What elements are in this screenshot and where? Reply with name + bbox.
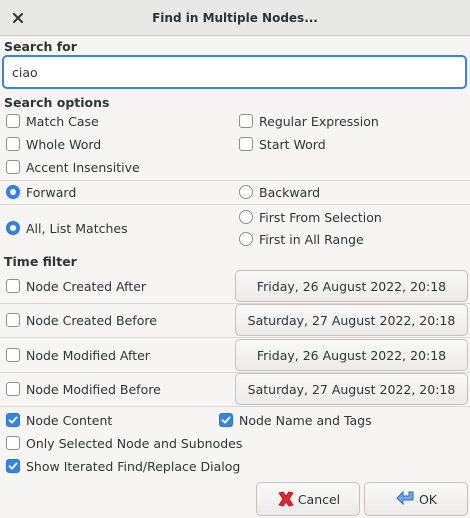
start-word-label: Start Word [259, 136, 326, 152]
checkbox-indicator [6, 459, 20, 473]
node-created-before-checkbox[interactable]: Node Created Before [6, 310, 157, 330]
only-selected-node-checkbox[interactable]: Only Selected Node and Subnodes [6, 433, 242, 453]
show-iterated-dialog-checkbox[interactable]: Show Iterated Find/Replace Dialog [6, 456, 240, 476]
ok-icon [396, 490, 414, 506]
first-in-all-range-radio[interactable]: First in All Range [239, 229, 364, 249]
ok-button[interactable]: OK [364, 482, 468, 516]
checkbox-indicator [6, 436, 20, 450]
time-filter-label: Time filter [4, 254, 77, 269]
node-created-after-label: Node Created After [26, 278, 147, 294]
search-input[interactable] [4, 57, 465, 87]
backward-radio[interactable]: Backward [239, 182, 320, 202]
separator [0, 406, 470, 407]
all-list-matches-radio[interactable]: All, List Matches [6, 218, 128, 238]
first-from-selection-label: First From Selection [259, 209, 382, 225]
separator [0, 204, 470, 205]
cancel-icon [278, 491, 294, 507]
search-for-label: Search for [4, 39, 77, 54]
radio-indicator [239, 210, 253, 224]
separator [0, 180, 470, 181]
forward-label: Forward [26, 184, 77, 200]
node-modified-before-label: Node Modified Before [26, 381, 161, 397]
checkbox-indicator [6, 413, 20, 427]
regular-expression-label: Regular Expression [259, 113, 379, 129]
regular-expression-checkbox[interactable]: Regular Expression [239, 111, 379, 131]
title-bar: Find in Multiple Nodes... [0, 0, 470, 36]
checkbox-indicator [6, 279, 20, 293]
checkmark-icon [8, 462, 18, 470]
accent-insensitive-checkbox[interactable]: Accent Insensitive [6, 157, 140, 177]
only-selected-node-label: Only Selected Node and Subnodes [26, 435, 243, 451]
cancel-button[interactable]: Cancel [256, 482, 360, 516]
cancel-label: Cancel [297, 491, 341, 507]
ok-label: OK [418, 491, 438, 507]
all-list-matches-label: All, List Matches [26, 220, 128, 236]
search-field[interactable] [2, 55, 467, 89]
node-created-before-label: Node Created Before [26, 312, 157, 328]
first-from-selection-radio[interactable]: First From Selection [239, 207, 382, 227]
whole-word-checkbox[interactable]: Whole Word [6, 134, 101, 154]
checkbox-indicator [6, 313, 20, 327]
created-after-date-button[interactable]: Friday, 26 August 2022, 20:18 [235, 270, 468, 302]
radio-indicator [239, 232, 253, 246]
search-options-label: Search options [4, 95, 110, 110]
checkbox-indicator [239, 114, 253, 128]
node-name-tags-label: Node Name and Tags [239, 412, 372, 428]
checkbox-indicator [6, 160, 20, 174]
match-case-label: Match Case [26, 113, 99, 129]
accent-insensitive-label: Accent Insensitive [26, 159, 140, 175]
created-before-date-button[interactable]: Saturday, 27 August 2022, 20:18 [235, 304, 468, 336]
radio-indicator [239, 185, 253, 199]
node-created-after-checkbox[interactable]: Node Created After [6, 276, 146, 296]
radio-indicator [6, 185, 20, 199]
checkbox-indicator [6, 137, 20, 151]
radio-indicator [6, 221, 20, 235]
modified-after-date-button[interactable]: Friday, 26 August 2022, 20:18 [235, 339, 468, 371]
whole-word-label: Whole Word [26, 136, 102, 152]
backward-label: Backward [259, 184, 321, 200]
separator [0, 337, 470, 338]
checkbox-indicator [219, 413, 233, 427]
checkmark-icon [8, 416, 18, 424]
node-content-label: Node Content [26, 412, 113, 428]
checkbox-indicator [6, 382, 20, 396]
modified-before-date-button[interactable]: Saturday, 27 August 2022, 20:18 [235, 373, 468, 405]
start-word-checkbox[interactable]: Start Word [239, 134, 326, 154]
node-modified-after-checkbox[interactable]: Node Modified After [6, 345, 150, 365]
checkbox-indicator [6, 114, 20, 128]
node-modified-before-checkbox[interactable]: Node Modified Before [6, 379, 161, 399]
checkbox-indicator [6, 348, 20, 362]
forward-radio[interactable]: Forward [6, 182, 76, 202]
node-content-checkbox[interactable]: Node Content [6, 410, 112, 430]
first-in-all-range-label: First in All Range [259, 231, 364, 247]
checkbox-indicator [239, 137, 253, 151]
show-iterated-dialog-label: Show Iterated Find/Replace Dialog [26, 458, 241, 474]
checkmark-icon [221, 416, 231, 424]
node-modified-after-label: Node Modified After [26, 347, 150, 363]
match-case-checkbox[interactable]: Match Case [6, 111, 99, 131]
node-name-tags-checkbox[interactable]: Node Name and Tags [219, 410, 372, 430]
window-title: Find in Multiple Nodes... [152, 11, 318, 25]
